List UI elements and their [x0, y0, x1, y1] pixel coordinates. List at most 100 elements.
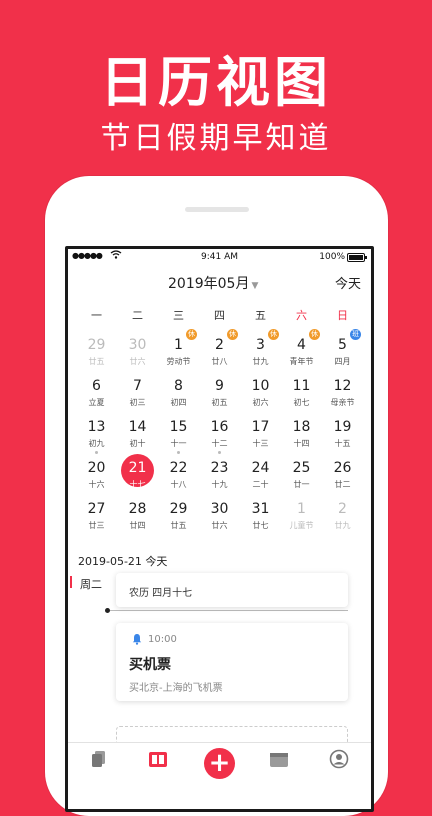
calendar-day[interactable]: 19 十五 [322, 417, 363, 457]
timeline-line [110, 610, 348, 611]
folder-icon[interactable] [268, 749, 290, 769]
day-number: 30 [128, 337, 147, 353]
calendar-day[interactable]: 17 十三 [240, 417, 281, 457]
calendar-day[interactable]: 6 立夏 [76, 376, 117, 416]
lunar-date-card[interactable]: 农历 四月十七 [116, 573, 348, 607]
calendar-day[interactable]: 30 廿六 [117, 335, 158, 375]
calendar-day[interactable]: 25 廿一 [281, 458, 322, 498]
lunar-label: 廿六 [129, 357, 146, 366]
calendar-day[interactable]: 16 十二 [199, 417, 240, 457]
calendar-day[interactable]: 1 儿童节 [281, 499, 322, 539]
day-number: 28 [128, 501, 147, 517]
lunar-label: 立夏 [88, 398, 105, 407]
month-selector[interactable]: 2019年05月 ▼ [168, 273, 258, 293]
calendar-day[interactable]: 7 初三 [117, 376, 158, 416]
weekday-label: 六 [296, 309, 307, 322]
calendar-day[interactable]: 29 廿五 [158, 499, 199, 539]
calendar-day[interactable]: 22 十八 [158, 458, 199, 498]
holiday-badge: 休 [227, 329, 238, 340]
lunar-label: 儿童节 [289, 521, 314, 530]
calendar-day[interactable]: 23 十九 [199, 458, 240, 498]
calendar-day[interactable]: 3 廿九休 [240, 329, 281, 375]
calendar-day[interactable]: 29 廿五 [76, 335, 117, 375]
event-dot [218, 451, 221, 454]
lunar-label: 廿四 [129, 521, 146, 530]
lunar-label: 廿七 [252, 521, 269, 530]
lunar-label: 十二 [211, 439, 228, 448]
calendar-day[interactable]: 10 初六 [240, 376, 281, 416]
day-number: 22 [169, 460, 188, 476]
calendar-day[interactable]: 30 廿六 [199, 499, 240, 539]
add-button[interactable]: + [204, 748, 235, 779]
day-number: 30 [210, 501, 229, 517]
weekday-label: 五 [255, 309, 266, 322]
event-dot [95, 451, 98, 454]
lunar-label: 十四 [293, 439, 310, 448]
lunar-label: 廿六 [211, 521, 228, 530]
calendar-day[interactable]: 13 初九 [76, 417, 117, 457]
calendar-day[interactable]: 20 十六 [76, 458, 117, 498]
calendar-day[interactable]: 4 青年节休 [281, 329, 322, 375]
calendar-day[interactable]: 21 十七 [117, 454, 158, 498]
holiday-badge: 休 [268, 329, 279, 340]
day-number: 31 [251, 501, 270, 517]
calendar-view-icon[interactable] [147, 749, 169, 769]
day-number: 17 [251, 419, 270, 435]
today-button[interactable]: 今天 [335, 273, 361, 292]
day-number: 8 [174, 378, 183, 394]
lunar-label: 廿九 [252, 357, 269, 366]
calendar-grid: 29 廿五 30 廿六 1 劳动节休 2 廿八休 3 廿九休 4 青年节休 5 四月班 6 立夏 7 初三 8 初四 9… [76, 329, 363, 535]
day-number: 24 [251, 460, 270, 476]
calendar-day[interactable]: 26 廿二 [322, 458, 363, 498]
calendar-day[interactable]: 9 初五 [199, 376, 240, 416]
cards-icon[interactable] [88, 749, 110, 769]
calendar-day[interactable]: 1 劳动节休 [158, 329, 199, 375]
calendar-day[interactable]: 8 初四 [158, 376, 199, 416]
calendar-day[interactable]: 2 廿九 [322, 499, 363, 539]
event-card[interactable]: 10:00 买机票 买北京-上海的飞机票 [116, 623, 348, 701]
calendar-day[interactable]: 27 廿三 [76, 499, 117, 539]
day-number: 19 [333, 419, 352, 435]
day-number: 20 [87, 460, 106, 476]
tab-bar: + [68, 742, 371, 809]
lunar-label: 廿五 [88, 357, 105, 366]
agenda-date: 2019-05-21 今天 [78, 555, 168, 568]
holiday-badge: 休 [186, 329, 197, 340]
calendar-day[interactable]: 15 十一 [158, 417, 199, 457]
calendar-day[interactable]: 14 初十 [117, 417, 158, 457]
lunar-label: 初三 [129, 398, 146, 407]
battery-percent: 100% [319, 252, 345, 262]
calendar-day[interactable]: 5 四月班 [322, 329, 363, 375]
workday-badge: 班 [350, 329, 361, 340]
calendar-day[interactable]: 18 十四 [281, 417, 322, 457]
calendar-day[interactable]: 28 廿四 [117, 499, 158, 539]
app-screen: ●●●●● 9:41 AM 100% 2019年05月 ▼ 今天 一二三四五六日 … [65, 246, 374, 812]
day-number: 26 [333, 460, 352, 476]
status-bar: ●●●●● 9:41 AM 100% [68, 249, 371, 265]
promo-title: 日历视图 [100, 51, 332, 114]
day-number: 7 [133, 378, 142, 394]
lunar-label: 初五 [211, 398, 228, 407]
lunar-label: 廿一 [293, 480, 310, 489]
calendar-day[interactable]: 12 母亲节 [322, 376, 363, 416]
weekday-label: 一 [91, 309, 102, 322]
profile-icon[interactable] [328, 749, 350, 769]
lunar-label: 十三 [252, 439, 269, 448]
calendar-day[interactable]: 31 廿七 [240, 499, 281, 539]
calendar-day[interactable]: 2 廿八休 [199, 329, 240, 375]
lunar-label: 廿九 [334, 521, 351, 530]
calendar-day[interactable]: 11 初七 [281, 376, 322, 416]
day-number: 14 [128, 419, 147, 435]
holiday-badge: 休 [309, 329, 320, 340]
chevron-down-icon: ▼ [251, 281, 259, 291]
day-number: 18 [292, 419, 311, 435]
weekday-label: 日 [337, 309, 348, 322]
day-number: 6 [92, 378, 101, 394]
calendar-day[interactable]: 24 二十 [240, 458, 281, 498]
day-number: 27 [87, 501, 106, 517]
day-number: 29 [87, 337, 106, 353]
weekday-label: 四 [214, 309, 225, 322]
lunar-label: 十七 [129, 480, 146, 489]
lunar-label: 初七 [293, 398, 310, 407]
day-number: 12 [333, 378, 352, 394]
